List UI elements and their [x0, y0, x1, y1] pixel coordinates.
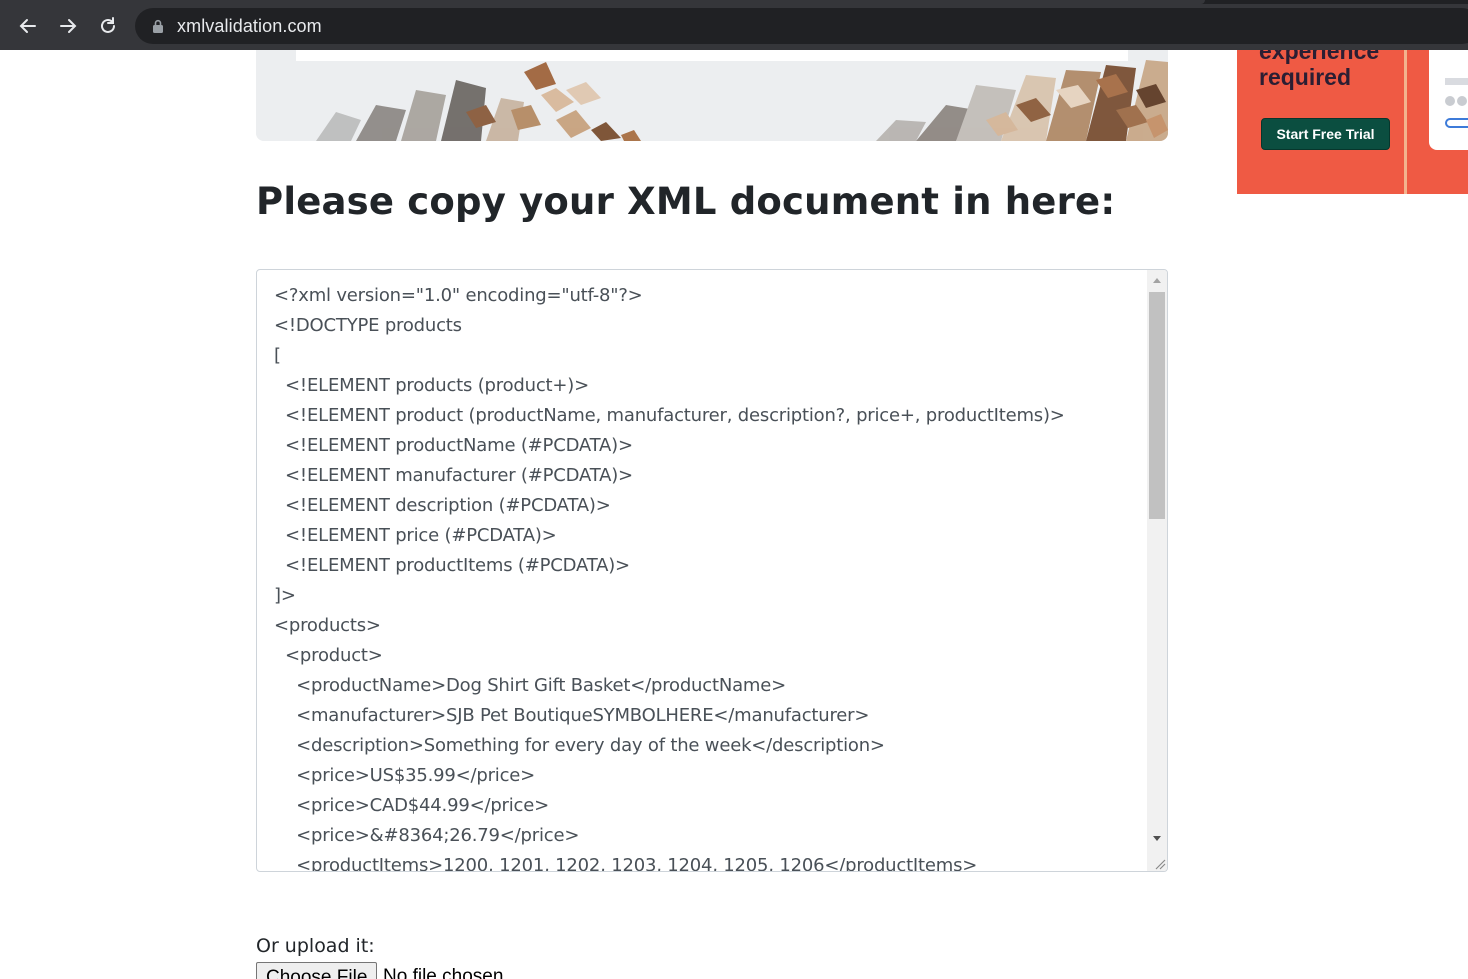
header-banner — [256, 50, 1168, 141]
banner-card — [296, 50, 1128, 61]
forward-button[interactable] — [54, 12, 82, 40]
url-text: xmlvalidation.com — [177, 16, 322, 36]
browser-toolbar: xmlvalidation.com — [0, 0, 1468, 50]
arrow-left-icon — [19, 19, 36, 33]
scroll-up-arrow-icon[interactable] — [1153, 278, 1161, 283]
resize-handle-icon[interactable] — [1152, 856, 1166, 870]
scrollbar-thumb[interactable] — [1149, 292, 1165, 519]
ad-headline-line2: required — [1259, 64, 1352, 90]
ad-product-mockup — [1429, 50, 1468, 150]
xml-content[interactable]: <?xml version="1.0" encoding="utf-8"?> <… — [274, 281, 1144, 871]
start-free-trial-button[interactable]: Start Free Trial — [1261, 118, 1390, 150]
file-status-text: No file chosen — [383, 966, 504, 979]
xml-input-textarea[interactable]: <?xml version="1.0" encoding="utf-8"?> <… — [256, 269, 1168, 872]
advertisement[interactable]: experience required Start Free Trial — [1237, 50, 1468, 194]
ad-divider — [1404, 50, 1407, 194]
lock-icon — [153, 19, 163, 33]
choose-file-button[interactable]: Choose File — [256, 962, 377, 979]
banner-mosaic-pattern — [256, 50, 1168, 141]
ad-headline-line1: experience — [1259, 50, 1380, 64]
arrow-right-icon — [60, 19, 77, 33]
reload-button[interactable] — [94, 12, 122, 40]
reload-icon — [101, 17, 115, 33]
page-title: Please copy your XML document in here: — [256, 180, 1116, 223]
active-tab[interactable] — [0, 0, 1205, 4]
tab-strip — [0, 0, 1468, 4]
upload-label: Or upload it: — [256, 935, 375, 957]
address-bar[interactable]: xmlvalidation.com — [135, 8, 1468, 44]
textarea-scrollbar[interactable] — [1147, 270, 1167, 871]
ad-headline: experience required — [1259, 50, 1379, 90]
scroll-down-arrow-icon[interactable] — [1153, 836, 1161, 841]
back-button[interactable] — [14, 12, 42, 40]
